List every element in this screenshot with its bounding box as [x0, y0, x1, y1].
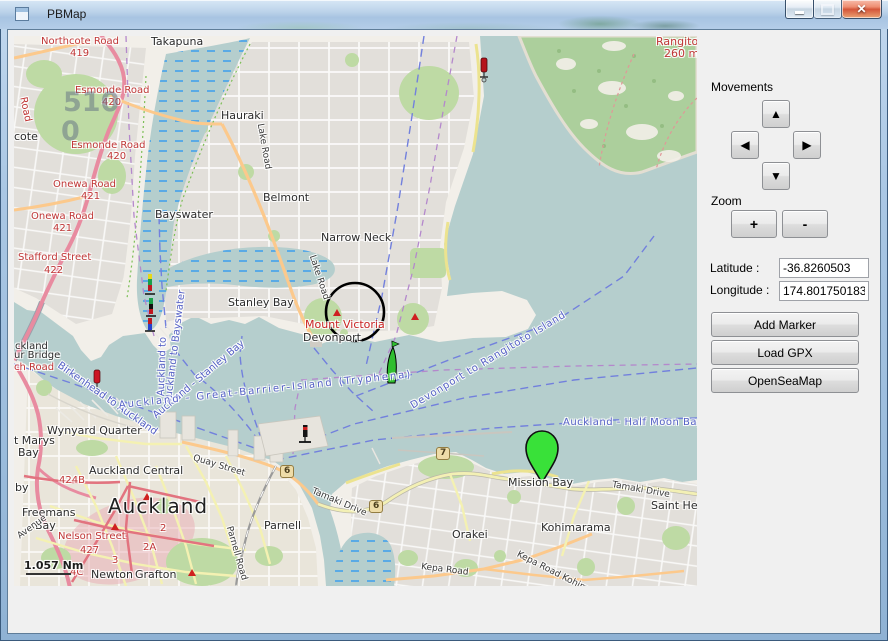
longitude-label: Longitude : — [710, 283, 769, 297]
minimize-icon — [795, 11, 804, 14]
load-gpx-button[interactable]: Load GPX — [711, 340, 859, 365]
close-icon: ✕ — [856, 1, 866, 18]
app-icon — [15, 7, 29, 21]
client-area: TakapunacoteHaurakiBayswaterBelmontNarro… — [7, 29, 881, 634]
titlebar[interactable]: PBMap ✕ — [0, 0, 888, 29]
close-button[interactable]: ✕ — [842, 0, 882, 19]
maximize-icon — [821, 4, 834, 15]
latitude-input[interactable] — [779, 258, 869, 278]
add-marker-button[interactable]: Add Marker — [711, 312, 859, 337]
app-window: PBMap ✕ — [0, 0, 888, 641]
zoom-label: Zoom — [711, 194, 742, 208]
move-down-button[interactable]: ▼ — [762, 162, 790, 190]
latitude-label: Latitude : — [710, 261, 759, 275]
openseamap-button[interactable]: OpenSeaMap — [711, 368, 859, 393]
longitude-input[interactable] — [779, 281, 869, 301]
move-right-button[interactable]: ▶ — [793, 131, 821, 159]
red-buoy-west — [94, 370, 100, 395]
movements-label: Movements — [711, 80, 773, 94]
map-graphic — [14, 36, 697, 586]
move-left-button[interactable]: ◀ — [731, 131, 759, 159]
minimize-button[interactable] — [785, 0, 814, 19]
maximize-button[interactable] — [814, 0, 842, 19]
move-up-button[interactable]: ▲ — [762, 100, 790, 128]
scale-bar-line — [26, 573, 71, 575]
zoom-out-button[interactable]: - — [782, 210, 828, 238]
zoom-in-button[interactable]: + — [731, 210, 777, 238]
map-view[interactable]: TakapunacoteHaurakiBayswaterBelmontNarro… — [14, 36, 697, 586]
window-title: PBMap — [47, 7, 86, 21]
